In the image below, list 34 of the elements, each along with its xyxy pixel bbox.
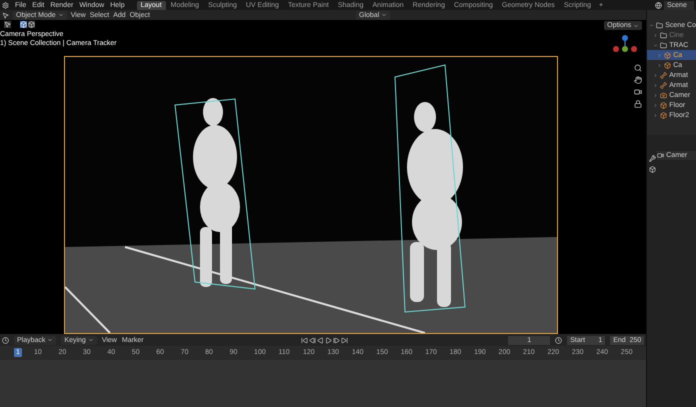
play-icon[interactable] bbox=[325, 336, 332, 344]
bone-icon bbox=[660, 72, 668, 78]
caret-icon bbox=[58, 12, 64, 18]
scene-icon bbox=[655, 2, 662, 8]
mesh-icon bbox=[660, 112, 668, 118]
caret-icon bbox=[88, 337, 94, 343]
camera-icon bbox=[657, 152, 664, 159]
select-mode-icon[interactable] bbox=[28, 21, 35, 28]
caret-icon bbox=[47, 337, 54, 343]
lock-icon[interactable] bbox=[634, 100, 642, 108]
hand-icon[interactable] bbox=[634, 76, 642, 84]
jump-start-icon[interactable] bbox=[301, 336, 308, 344]
mesh-icon bbox=[664, 62, 672, 68]
collection-icon bbox=[660, 32, 668, 38]
mesh-icon bbox=[664, 52, 672, 58]
step-forward-icon[interactable] bbox=[333, 336, 340, 344]
step-back-icon[interactable] bbox=[309, 336, 316, 344]
tool-icon[interactable] bbox=[648, 155, 656, 162]
collection-icon bbox=[660, 42, 668, 48]
camera-view-icon[interactable] bbox=[634, 88, 642, 96]
axis-gizmo-icon bbox=[612, 34, 638, 54]
zoom-icon[interactable] bbox=[634, 64, 642, 72]
stopwatch-icon[interactable] bbox=[555, 336, 562, 344]
bone-icon bbox=[660, 82, 668, 88]
caret-icon bbox=[381, 12, 388, 18]
mesh-icon bbox=[660, 102, 668, 108]
jump-end-icon[interactable] bbox=[341, 336, 348, 344]
object-icon[interactable] bbox=[648, 166, 656, 173]
play-reverse-icon[interactable] bbox=[317, 336, 324, 344]
camera-icon bbox=[660, 92, 668, 98]
select-tool-icon[interactable] bbox=[4, 21, 11, 28]
collection-icon bbox=[656, 22, 664, 28]
timeline-icon[interactable] bbox=[2, 336, 9, 344]
caret-icon bbox=[633, 22, 640, 28]
